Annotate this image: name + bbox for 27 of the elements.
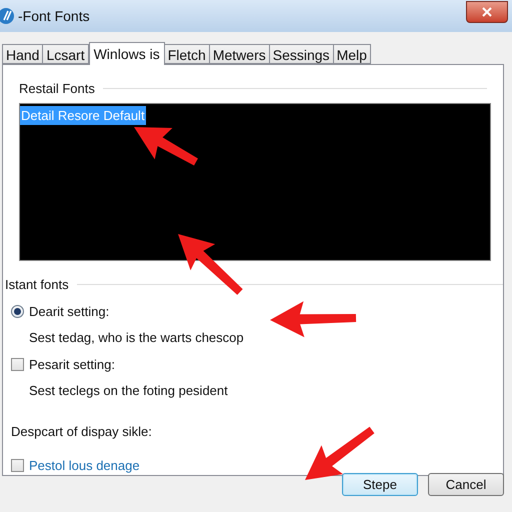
annotation-arrow [305, 426, 374, 480]
tab[interactable]: Lcsart [43, 44, 89, 64]
option-label: Pesarit setting: [29, 356, 115, 374]
close-icon [482, 7, 492, 17]
tab[interactable]: Metwers [210, 44, 270, 64]
section-label: Despcart of dispay sikle: [11, 423, 153, 441]
group-label: Restail Fonts [19, 80, 95, 98]
annotation-arrow [134, 127, 198, 166]
option-link[interactable]: Pestol lous denage [29, 456, 140, 475]
tab[interactable]: Melp [334, 44, 371, 64]
group-label: Istant fonts [5, 276, 69, 294]
option-description: Sest teclegs on the foting pesident [29, 382, 229, 400]
tab[interactable]: Hand [2, 44, 44, 64]
dialog-button[interactable]: Cancel [428, 473, 504, 496]
window-title: -Font Fonts [18, 6, 90, 26]
tab[interactable]: Winlows is [88, 42, 165, 65]
checkbox[interactable] [11, 458, 24, 472]
tab[interactable]: Fletch [164, 44, 210, 64]
radio-button[interactable] [11, 305, 24, 318]
close-button[interactable] [466, 1, 508, 23]
checkbox[interactable] [11, 358, 24, 372]
dialog-button[interactable]: Stepe [342, 473, 418, 496]
tab[interactable]: Sessings [270, 44, 334, 64]
annotation-arrow [178, 234, 243, 295]
option-label: Dearit setting: [29, 303, 110, 321]
option-description: Sest tedag, who is the warts chescop [29, 328, 245, 347]
app-logo-icon [0, 7, 16, 25]
